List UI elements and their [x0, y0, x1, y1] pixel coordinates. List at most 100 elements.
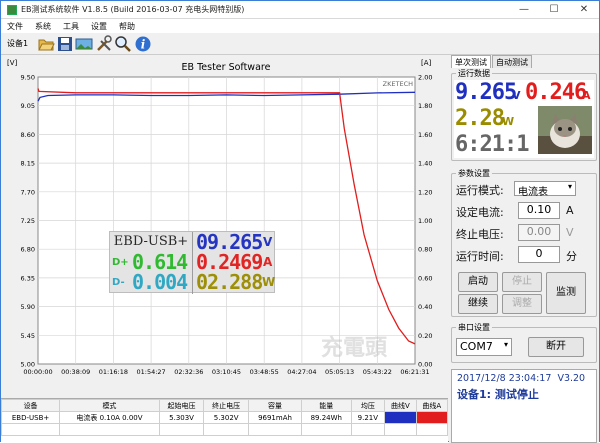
table-row[interactable]: EBD-USB+ 电流表 0.10A 0.00V 5.303V 5.302V 9…	[0, 411, 449, 424]
chevron-down-icon: ▾	[567, 182, 572, 191]
mode-select[interactable]: 电流表 ▾	[514, 181, 576, 198]
table-header: 曲线A	[415, 399, 449, 412]
overlay-power: 02.288	[196, 270, 263, 294]
table-header: 起始电压	[158, 399, 205, 412]
y-left-tick: 9.50	[21, 74, 35, 82]
end-voltage-input[interactable]: 0.00	[518, 224, 560, 241]
maximize-button[interactable]: ☐	[539, 1, 569, 19]
chart-title: EB Tester Software	[182, 62, 271, 73]
set-current-input[interactable]: 0.10	[518, 202, 560, 219]
overlay-current-unit: A	[263, 255, 273, 269]
chart-watermark: ZKETECH	[383, 80, 413, 88]
y-right-tick: 0.80	[418, 246, 432, 254]
table-cell: 电流表 0.10A 0.00V	[59, 411, 160, 424]
voltage-current-chart: 9.50 9.05 8.60 8.15 7.70 7.25 6.80 6.35 5.90 5.45…	[7, 59, 432, 376]
menu-bar: 文件 系统 工具 设置 帮助	[1, 19, 599, 33]
menu-system[interactable]: 系统	[29, 19, 57, 32]
info-icon[interactable]: i	[134, 35, 152, 53]
live-voltage-unit: V	[512, 89, 521, 102]
x-tick: 04:27:04	[287, 368, 316, 376]
y-left-tick: 7.70	[21, 188, 35, 196]
status-panel: 2017/12/8 23:04:17 V3.20 设备1: 测试停止	[451, 369, 597, 443]
menu-help[interactable]: 帮助	[113, 19, 141, 32]
overlay-dp-label: D+	[112, 257, 129, 268]
table-cell: 9.21V	[350, 411, 386, 424]
table-header: 设备	[0, 399, 61, 412]
ebd-display-overlay: EBD-USB+ D+ 0.614 D- 0.004 09.265 V 0.24…	[109, 230, 276, 294]
table-cell: 5.302V	[203, 411, 249, 424]
y-right-tick: 0.60	[418, 274, 432, 282]
overlay-divider	[192, 232, 193, 294]
overlay-model: EBD-USB+	[113, 234, 189, 249]
x-tick: 03:48:55	[250, 368, 279, 376]
minimize-button[interactable]: —	[509, 1, 539, 19]
params-label: 参数设置	[456, 168, 492, 179]
curve-v-swatch[interactable]	[384, 411, 417, 424]
menu-settings[interactable]: 设置	[85, 19, 113, 32]
monitor-button[interactable]: 监测	[546, 272, 586, 314]
y-right-tick: 1.40	[418, 160, 432, 168]
run-time-input[interactable]: 0	[518, 246, 560, 263]
y-right-tick: 1.60	[418, 131, 432, 139]
status-datetime-line: 2017/12/8 23:04:17 V3.20	[457, 373, 585, 384]
overlay-dm-label: D-	[112, 277, 125, 288]
window-title: EB测试系统软件 V1.8.5 (Build 2016-03-07 充电头网特别…	[21, 5, 245, 14]
x-tick: 01:54:27	[136, 368, 165, 376]
disconnect-button[interactable]: 断开	[528, 337, 584, 357]
y-left-tick: 6.80	[21, 246, 35, 254]
serial-group: 串口设置 COM7 ▾ 断开	[451, 322, 597, 363]
table-header: 曲线V	[384, 399, 417, 412]
x-tick: 05:43:22	[363, 368, 392, 376]
save-icon[interactable]	[56, 35, 74, 53]
cat-photo	[538, 106, 592, 154]
table-row-empty	[0, 423, 449, 436]
image-icon[interactable]	[75, 35, 93, 53]
search-icon[interactable]	[114, 35, 132, 53]
port-value: COM7	[460, 340, 493, 353]
table-cell: 9691mAh	[247, 411, 303, 424]
device-label: 设备1	[7, 39, 29, 48]
mode-value: 电流表	[518, 187, 548, 198]
chart-area: 9.50 9.05 8.60 8.15 7.70 7.25 6.80 6.35 5.90 5.45…	[1, 55, 448, 399]
folder-open-icon[interactable]	[37, 35, 55, 53]
continue-button[interactable]: 继续	[458, 294, 498, 314]
live-power: 2.28	[455, 106, 505, 131]
start-button[interactable]: 启动	[458, 272, 498, 292]
tab-auto-test[interactable]: 自动测试	[492, 55, 532, 68]
overlay-dm-value: 0.004	[132, 270, 188, 294]
x-tick: 06:21:31	[400, 368, 429, 376]
table-header-row: 设备 模式 起始电压 终止电压 容量 能量 均压 曲线V 曲线A	[0, 399, 449, 412]
svg-text:充電頭: 充電頭	[321, 335, 388, 361]
y-left-tick: 8.60	[21, 131, 35, 139]
end-voltage-unit: V	[566, 226, 574, 239]
table-header: 模式	[59, 399, 160, 412]
live-current-unit: A	[582, 89, 591, 102]
table-cell: 5.303V	[158, 411, 205, 424]
status-version: V3.20	[557, 373, 586, 384]
run-time-unit: 分	[566, 250, 577, 263]
adjust-button[interactable]: 调整	[502, 294, 542, 314]
tools-icon[interactable]	[95, 35, 113, 53]
table-header: 终止电压	[203, 399, 249, 412]
tab-single-test[interactable]: 单次测试	[451, 55, 491, 68]
x-tick: 00:38:09	[61, 368, 90, 376]
port-select[interactable]: COM7 ▾	[456, 338, 512, 356]
live-power-unit: W	[502, 115, 515, 128]
x-tick: 01:16:18	[99, 368, 128, 376]
table-cell: EBD-USB+	[0, 411, 61, 424]
menu-file[interactable]: 文件	[1, 19, 29, 32]
live-data-label: 运行数据	[456, 68, 492, 79]
curve-a-swatch[interactable]	[415, 411, 449, 424]
x-tick: 03:10:45	[212, 368, 241, 376]
x-tick: 05:05:13	[325, 368, 354, 376]
menu-tools[interactable]: 工具	[57, 19, 85, 32]
tab-bar: 单次测试 自动测试	[451, 55, 533, 68]
close-button[interactable]: ✕	[569, 1, 599, 19]
status-datetime: 2017/12/8 23:04:17	[457, 373, 552, 384]
y-left-tick: 8.15	[21, 160, 35, 168]
overlay-power-unit: W	[262, 275, 276, 289]
y-right-tick: 0.40	[418, 303, 432, 311]
end-voltage-label: 终止电压:	[456, 228, 504, 241]
stop-button[interactable]: 停止	[502, 272, 542, 292]
params-group: 参数设置 运行模式: 电流表 ▾ 设定电流: 0.10 A 终止电压: 0.00…	[451, 168, 597, 317]
